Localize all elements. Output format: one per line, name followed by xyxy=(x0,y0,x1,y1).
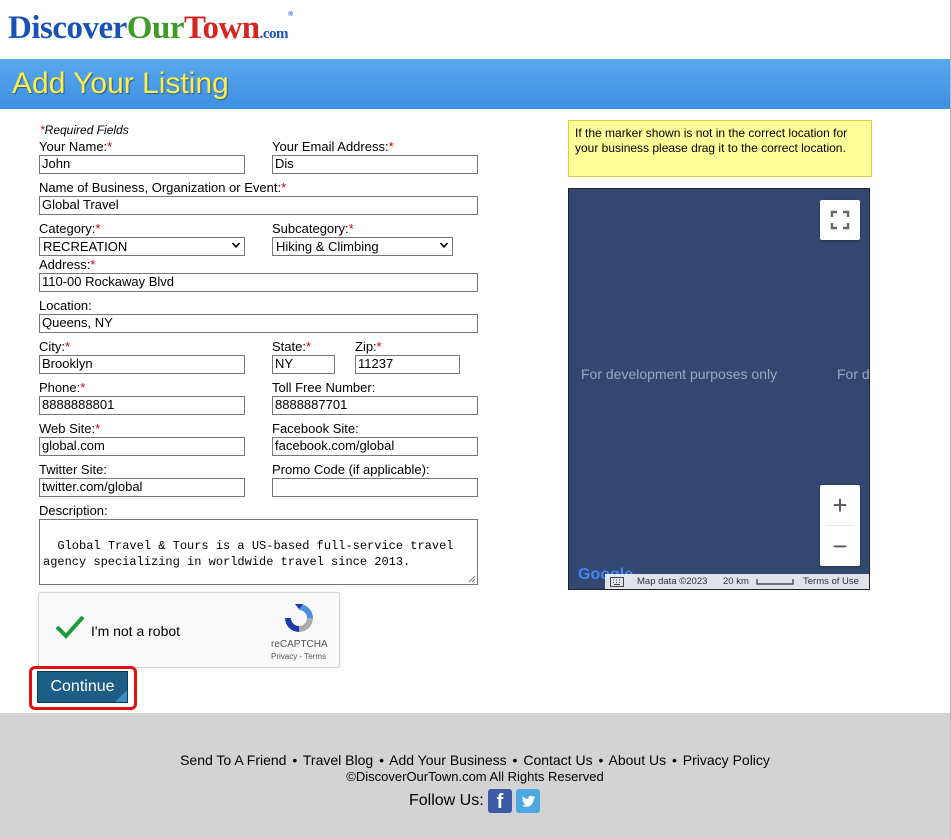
location-input[interactable]: Queens, NY xyxy=(39,314,478,333)
business-input[interactable]: Global Travel xyxy=(39,196,478,215)
twitter-input[interactable]: twitter.com/global xyxy=(39,478,245,497)
logo-part-discover: Discover xyxy=(8,10,127,46)
facebook-glyph: f xyxy=(496,791,504,813)
copyright: ©DiscoverOurTown.com All Rights Reserved xyxy=(346,769,604,784)
marker-note: If the marker shown is not in the correc… xyxy=(568,120,872,177)
footer-links: Send To A Friend • Travel Blog • Add You… xyxy=(0,752,950,768)
footer-link-about-us[interactable]: About Us xyxy=(609,752,667,768)
phone-label: Phone:* xyxy=(39,380,86,395)
phone-input[interactable]: 8888888801 xyxy=(39,396,245,415)
map-attribution: Map data ©2023 20 km Terms of Use xyxy=(605,574,869,589)
city-label: City:* xyxy=(39,339,71,354)
zip-label: Zip:* xyxy=(355,339,382,354)
description-textarea[interactable]: Global Travel & Tours is a US-based full… xyxy=(39,519,478,585)
required-fields-note: *Required Fields xyxy=(40,123,129,137)
business-label: Name of Business, Organization or Event:… xyxy=(39,180,287,195)
twitter-icon[interactable] xyxy=(516,789,540,813)
zoom-control: + − xyxy=(820,485,860,566)
tollfree-label: Toll Free Number: xyxy=(272,380,376,395)
tollfree-input[interactable]: 8888887701 xyxy=(272,396,478,415)
fullscreen-button[interactable] xyxy=(820,200,860,240)
state-input[interactable]: NY xyxy=(272,355,335,374)
promo-label: Promo Code (if applicable): xyxy=(272,462,430,477)
map-terms-link[interactable]: Terms of Use xyxy=(803,576,859,587)
footer-link-send-friend[interactable]: Send To A Friend xyxy=(180,752,286,768)
address-label: Address:* xyxy=(39,257,96,272)
checkmark-icon[interactable] xyxy=(54,613,86,641)
page-title: Add Your Listing xyxy=(12,67,229,100)
email-input[interactable]: Dis xyxy=(272,155,478,174)
recaptcha-label: I'm not a robot xyxy=(91,623,181,639)
website-input[interactable]: global.com xyxy=(39,437,245,456)
description-label: Description: xyxy=(39,503,108,518)
footer-link-privacy[interactable]: Privacy Policy xyxy=(683,752,770,768)
follow-us-label: Follow Us: xyxy=(409,792,484,809)
recaptcha-links: Privacy - Terms xyxy=(271,652,326,661)
logo-part-town: Town xyxy=(183,10,260,46)
footer-link-travel-blog[interactable]: Travel Blog xyxy=(303,752,373,768)
twitter-bird-icon xyxy=(521,795,536,807)
fullscreen-icon xyxy=(830,210,850,230)
logo-registered: ® xyxy=(288,10,293,18)
page-banner: Add Your Listing xyxy=(0,59,950,109)
map[interactable]: For development purposes only For d + − … xyxy=(568,188,870,590)
chevron-down-icon xyxy=(232,242,240,248)
scale-bar-icon xyxy=(756,579,794,585)
chevron-down-icon xyxy=(440,242,448,248)
footer-bullet: • xyxy=(598,752,604,768)
category-label: Category:* xyxy=(39,221,101,236)
zoom-out-button[interactable]: − xyxy=(820,526,860,566)
footer-link-add-business[interactable]: Add Your Business xyxy=(389,752,507,768)
button-corner-decoration xyxy=(115,690,127,702)
category-select[interactable]: RECREATION xyxy=(39,237,245,256)
continue-button[interactable]: Continue xyxy=(37,671,128,703)
site-logo[interactable]: DiscoverOurTown.com ® xyxy=(8,10,293,50)
website-label: Web Site:* xyxy=(39,421,101,436)
footer-bullet: • xyxy=(379,752,384,768)
resize-grip-icon[interactable] xyxy=(467,574,476,583)
recaptcha-terms-link[interactable]: Terms xyxy=(304,652,326,661)
subcategory-label: Subcategory:* xyxy=(272,221,354,236)
facebook-icon[interactable]: f xyxy=(488,789,512,813)
category-value: RECREATION xyxy=(43,239,128,254)
footer-bullet: • xyxy=(512,752,518,768)
twitter-label: Twitter Site: xyxy=(39,462,107,477)
state-label: State:* xyxy=(272,339,312,354)
recaptcha-privacy-link[interactable]: Privacy xyxy=(271,652,297,661)
map-data-text: Map data ©2023 xyxy=(637,576,708,587)
email-label: Your Email Address:* xyxy=(272,139,394,154)
map-dev-watermark-2: For d xyxy=(837,366,870,382)
description-text: Global Travel & Tours is a US-based full… xyxy=(43,539,454,569)
footer-bullet: • xyxy=(671,752,677,768)
map-scale-text: 20 km xyxy=(723,576,749,587)
facebook-input[interactable]: facebook.com/global xyxy=(272,437,478,456)
logo-dotcom: .com xyxy=(259,26,289,42)
map-dev-watermark: For development purposes only xyxy=(581,366,778,382)
footer-link-contact-us[interactable]: Contact Us xyxy=(523,752,592,768)
address-input[interactable]: 110-00 Rockaway Blvd xyxy=(39,273,478,292)
subcategory-value: Hiking & Climbing xyxy=(276,239,379,254)
name-input[interactable]: John xyxy=(39,155,245,174)
recaptcha-brand: reCAPTCHA xyxy=(271,639,328,650)
logo-part-our: Our xyxy=(126,10,185,46)
zip-input[interactable]: 11237 xyxy=(355,355,460,374)
promo-input[interactable] xyxy=(272,478,478,497)
footer-bullet: • xyxy=(292,752,298,768)
city-input[interactable]: Brooklyn xyxy=(39,355,245,374)
footer: Send To A Friend • Travel Blog • Add You… xyxy=(0,713,950,839)
zoom-in-button[interactable]: + xyxy=(820,485,860,525)
required-note-text: Required Fields xyxy=(44,123,129,137)
recaptcha-widget: I'm not a robot reCAPTCHA Privacy - Term… xyxy=(38,592,340,668)
keyboard-icon[interactable] xyxy=(610,577,624,587)
name-label: Your Name:* xyxy=(39,139,113,154)
continue-label: Continue xyxy=(50,678,115,695)
recaptcha-logo-icon xyxy=(285,604,313,632)
facebook-label: Facebook Site: xyxy=(272,421,359,436)
subcategory-select[interactable]: Hiking & Climbing xyxy=(272,237,453,256)
location-label: Location: xyxy=(39,298,92,313)
